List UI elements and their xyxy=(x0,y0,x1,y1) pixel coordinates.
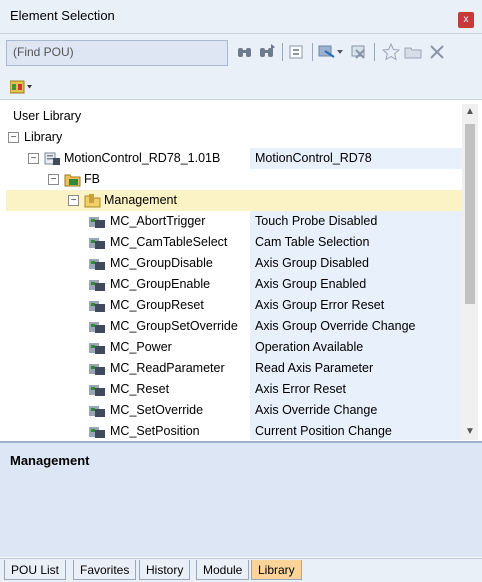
tree-node-label: Management xyxy=(104,193,177,207)
collapse-toggle-icon[interactable]: − xyxy=(48,174,59,185)
collapse-toggle-icon[interactable]: − xyxy=(68,195,79,206)
tree-row-fb-item[interactable]: MC_CamTableSelect Cam Table Selection xyxy=(6,232,462,253)
tree-node-label: MC_GroupSetOverride xyxy=(110,319,238,333)
pou-tree: User Library − Library − MotionControl_R… xyxy=(6,104,462,440)
fb-folder-icon xyxy=(64,174,81,187)
tab-history[interactable]: History xyxy=(139,560,191,580)
tab-favorites[interactable]: Favorites xyxy=(73,560,137,580)
tree-node-label: FB xyxy=(84,172,100,186)
tree-row-fb[interactable]: − FB xyxy=(6,169,462,190)
tree-node-description: Axis Group Disabled xyxy=(250,253,462,274)
collapse-toggle-icon[interactable]: − xyxy=(28,153,39,164)
tree-node-description xyxy=(250,190,260,211)
tree-node-label: MC_GroupEnable xyxy=(110,277,211,291)
tree-row-fb-item[interactable]: MC_GroupSetOverride Axis Group Override … xyxy=(6,316,462,337)
tree-row-fb-item[interactable]: MC_GroupEnable Axis Group Enabled xyxy=(6,274,462,295)
close-x-icon[interactable] xyxy=(428,43,446,61)
function-block-icon xyxy=(89,343,105,354)
tree-node-label: MotionControl_RD78_1.01B xyxy=(64,151,221,165)
scroll-up-arrow-icon[interactable]: ▲ xyxy=(462,104,478,120)
tree-node-label: MC_ReadParameter xyxy=(110,361,225,375)
function-block-icon xyxy=(89,280,105,291)
binoculars-find-icon[interactable] xyxy=(236,43,254,61)
tree-row-fb-item[interactable]: MC_Power Operation Available xyxy=(6,337,462,358)
tree-row-user-library[interactable]: User Library xyxy=(6,106,462,127)
tree-row-fb-item[interactable]: MC_AbortTrigger Touch Probe Disabled xyxy=(6,211,462,232)
folder-icon[interactable] xyxy=(404,43,422,61)
tree-node-description: Axis Group Override Change xyxy=(250,316,462,337)
function-block-icon xyxy=(89,322,105,333)
function-block-icon xyxy=(89,364,105,375)
tree-node-description: MotionControl_RD78 xyxy=(250,148,462,169)
search-toolbar: (Find POU) xyxy=(0,34,482,74)
function-block-icon xyxy=(89,259,105,270)
binoculars-find-next-icon[interactable] xyxy=(258,43,276,61)
tree-node-description: Axis Group Enabled xyxy=(250,274,462,295)
tree-node-label: MC_AbortTrigger xyxy=(110,214,206,228)
close-button[interactable]: x xyxy=(458,12,474,28)
function-block-icon xyxy=(89,301,105,312)
find-pou-input[interactable]: (Find POU) xyxy=(6,40,228,66)
tree-row-management[interactable]: − Management xyxy=(6,190,462,211)
tab-library[interactable]: Library xyxy=(251,560,302,580)
toolbar-separator xyxy=(282,43,283,61)
favorite-star-icon[interactable] xyxy=(382,43,400,61)
view-options-bar xyxy=(0,74,482,100)
tree-node-label: MC_SetOverride xyxy=(110,403,204,417)
tree-node-description: Touch Probe Disabled xyxy=(250,211,462,232)
window-title: Element Selection xyxy=(10,8,115,23)
tree-row-library[interactable]: − Library xyxy=(6,127,462,148)
bottom-tab-bar: POU List Favorites History Module Librar… xyxy=(0,558,482,582)
toolbar-separator xyxy=(374,43,375,61)
library-icon[interactable] xyxy=(288,43,306,61)
tree-node-description: Current Position Change xyxy=(250,421,462,440)
tree-node-description: Axis Override Change xyxy=(250,400,462,421)
collapse-toggle-icon[interactable]: − xyxy=(8,132,19,143)
tree-node-label: MC_Power xyxy=(110,340,172,354)
tree-scrollbar[interactable]: ▲ ▼ xyxy=(462,104,478,440)
scroll-down-arrow-icon[interactable]: ▼ xyxy=(462,424,478,440)
folder-icon xyxy=(84,194,101,208)
description-pane: Management xyxy=(0,441,482,557)
tree-node-description: Axis Error Reset xyxy=(250,379,462,400)
tree-row-fb-item[interactable]: MC_GroupDisable Axis Group Disabled xyxy=(6,253,462,274)
tree-row-fb-item[interactable]: MC_SetPosition Current Position Change xyxy=(6,421,462,440)
tree-node-label: MC_Reset xyxy=(110,382,170,396)
tree-node-label: User Library xyxy=(13,109,82,123)
tab-pou-list[interactable]: POU List xyxy=(4,560,67,580)
tree-node-description: Cam Table Selection xyxy=(250,232,462,253)
tree-node-label: MC_GroupDisable xyxy=(110,256,213,270)
title-bar: Element Selection x xyxy=(0,0,482,34)
scroll-thumb[interactable] xyxy=(465,124,475,304)
tree-node-description: Read Axis Parameter xyxy=(250,358,462,379)
function-block-icon xyxy=(89,385,105,396)
tree-node-description: Operation Available xyxy=(250,337,462,358)
tree-node-label: MC_GroupReset xyxy=(110,298,204,312)
library-package-icon xyxy=(44,152,60,165)
toolbar-separator xyxy=(312,43,313,61)
tree-node-description: Axis Group Error Reset xyxy=(250,295,462,316)
function-block-icon xyxy=(89,427,105,438)
tree-node-label: Library xyxy=(24,130,63,144)
display-options-icon[interactable] xyxy=(10,80,34,94)
function-block-icon xyxy=(89,238,105,249)
function-block-icon xyxy=(89,217,105,228)
tree-row-fb-item[interactable]: MC_ReadParameter Read Axis Parameter xyxy=(6,358,462,379)
tab-module[interactable]: Module xyxy=(196,560,250,580)
tree-node-label: MC_CamTableSelect xyxy=(110,235,228,249)
delete-item-icon[interactable] xyxy=(350,43,368,61)
tree-row-library-package[interactable]: − MotionControl_RD78_1.01B MotionControl… xyxy=(6,148,462,169)
tree-row-fb-item[interactable]: MC_SetOverride Axis Override Change xyxy=(6,400,462,421)
tree-row-fb-item[interactable]: MC_Reset Axis Error Reset xyxy=(6,379,462,400)
insert-icon[interactable] xyxy=(318,43,344,61)
tree-row-fb-item[interactable]: MC_GroupReset Axis Group Error Reset xyxy=(6,295,462,316)
tree-node-label: MC_SetPosition xyxy=(110,424,200,438)
function-block-icon xyxy=(89,406,105,417)
description-title: Management xyxy=(10,453,90,468)
